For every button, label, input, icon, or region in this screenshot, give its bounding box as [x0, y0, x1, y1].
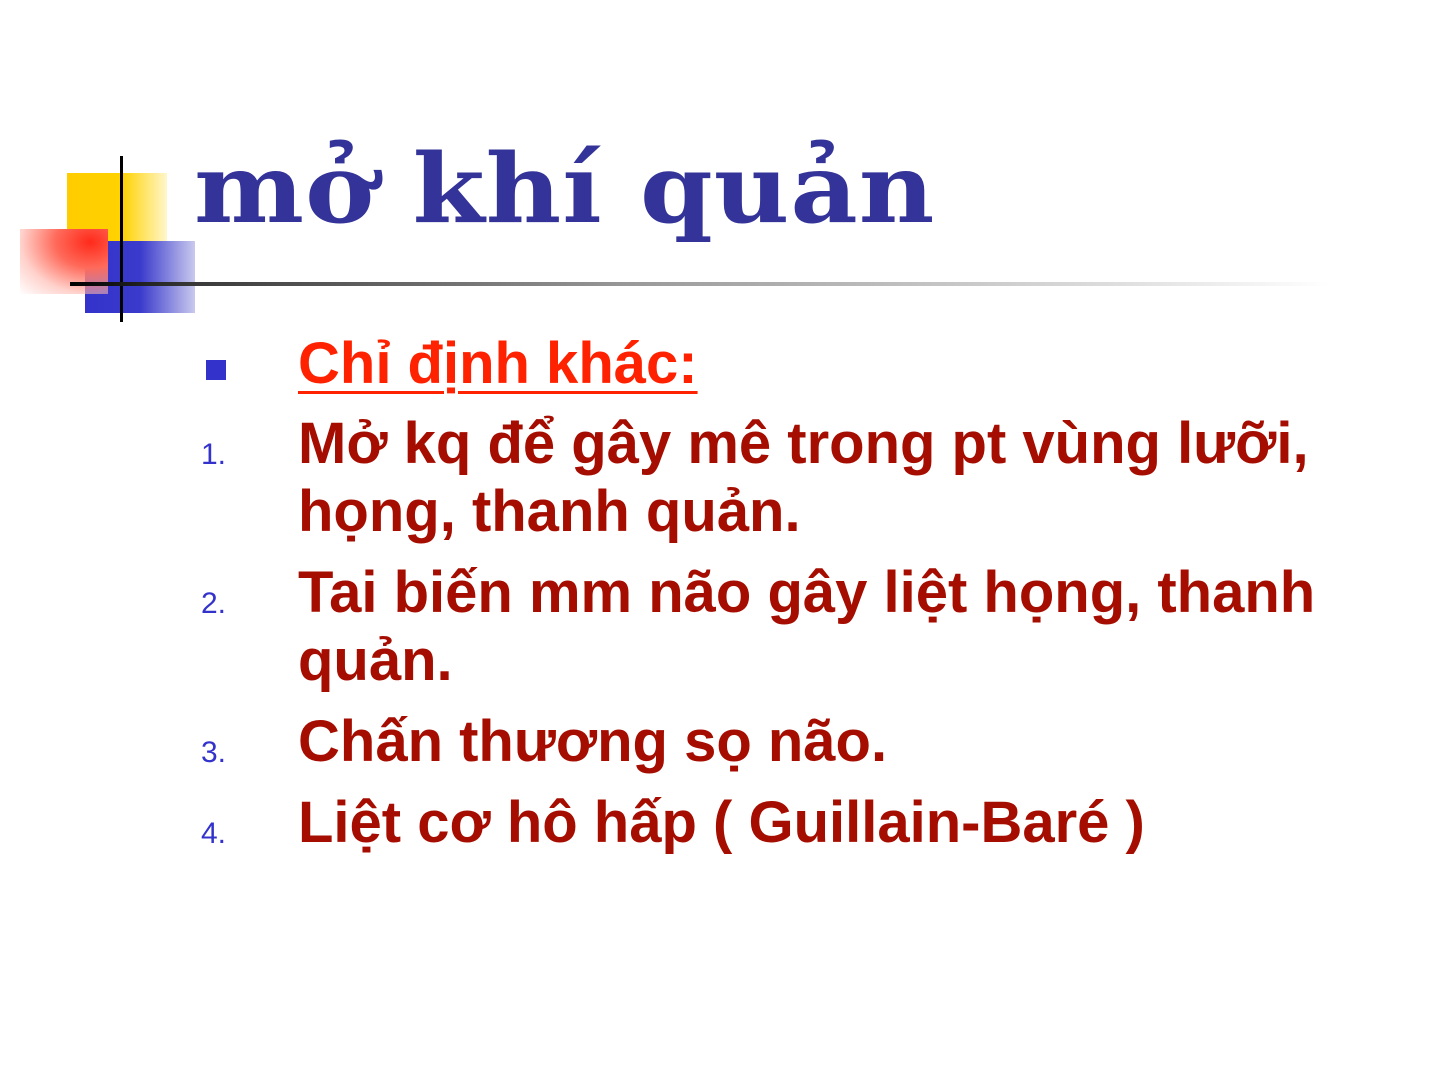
title-divider-line: [70, 282, 1330, 286]
numbered-list: 1. Mở kq để gây mê trong pt vùng lưỡi, h…: [0, 410, 1440, 870]
list-item-number: 1.: [201, 438, 227, 471]
list-item: 4. Liệt cơ hô hấp ( Guillain-Baré ): [0, 789, 1440, 857]
decorative-vertical-line: [120, 156, 123, 322]
square-bullet-icon: [206, 360, 226, 380]
section-heading: Chỉ định khác:: [298, 331, 698, 396]
list-item-number: 3.: [201, 736, 227, 769]
slide-title: mở khí quản: [194, 132, 936, 246]
list-item: 2. Tai biến mm não gây liệt họng, thanh …: [0, 559, 1440, 695]
list-item-text: Tai biến mm não gây liệt họng, thanh quả…: [298, 560, 1316, 693]
list-item-number: 4.: [201, 817, 227, 850]
list-item-text: Liệt cơ hô hấp ( Guillain-Baré ): [298, 790, 1145, 855]
list-item-text: Chấn thương sọ não.: [298, 709, 888, 774]
list-item: 3. Chấn thương sọ não.: [0, 708, 1440, 776]
slide: mở khí quản Chỉ định khác: 1. Mở kq để g…: [0, 0, 1440, 1080]
list-item-text: Mở kq để gây mê trong pt vùng lưỡi, họng…: [298, 411, 1309, 544]
heading-row: Chỉ định khác:: [0, 325, 1440, 397]
list-item-number: 2.: [201, 587, 227, 620]
list-item: 1. Mở kq để gây mê trong pt vùng lưỡi, h…: [0, 410, 1440, 546]
